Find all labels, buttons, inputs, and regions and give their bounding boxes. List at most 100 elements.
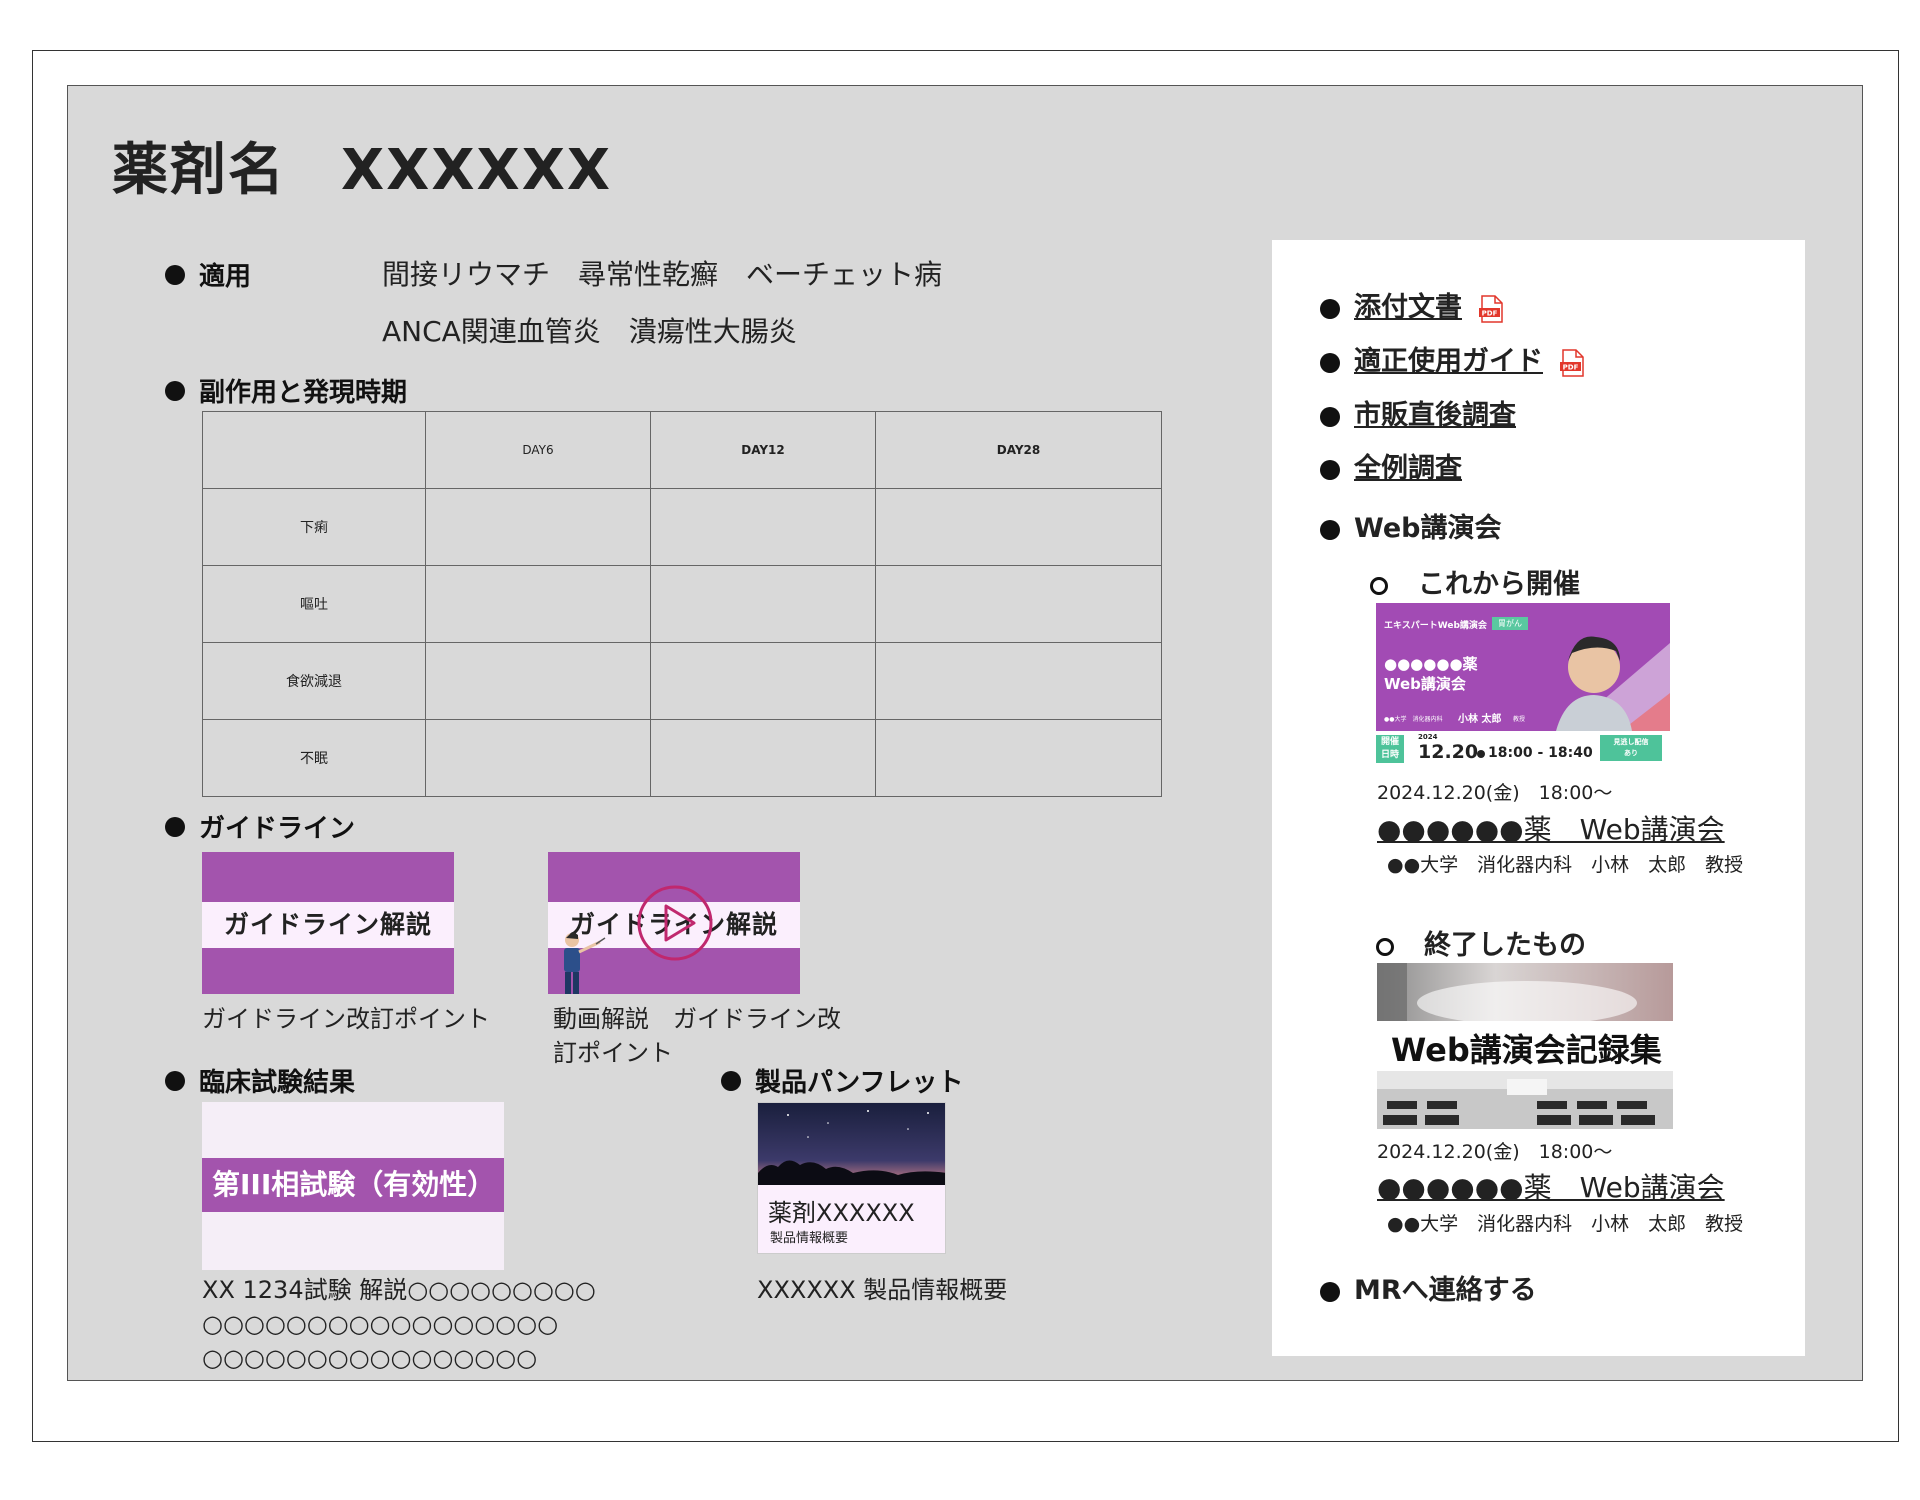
pamphlet-thumb-title: 薬剤XXXXXX bbox=[768, 1199, 915, 1227]
sidebar-link-post-marketing-survey[interactable]: 市販直後調査 bbox=[1320, 393, 1516, 432]
banner-replay-line: 見逃し配信 bbox=[1613, 738, 1649, 746]
svg-text:PDF: PDF bbox=[1563, 363, 1579, 371]
guideline-heading: ガイドライン bbox=[165, 808, 355, 845]
circle-bullet-icon bbox=[1376, 937, 1394, 956]
table-header-cell: DAY12 bbox=[650, 411, 876, 489]
table-row-label: 食欲減退 bbox=[202, 642, 426, 720]
table-cell bbox=[425, 488, 651, 566]
clinical-caption-line: XX 1234試験 解説○○○○○○○○○ bbox=[202, 1276, 596, 1304]
link-label[interactable]: 全例調査 bbox=[1354, 453, 1462, 484]
banner-replay-line: あり bbox=[1624, 749, 1638, 757]
bullet-icon bbox=[165, 380, 185, 401]
guideline-label: ガイドライン bbox=[199, 814, 356, 844]
guideline-caption-2[interactable]: 動画解説 ガイドライン改 訂ポイント bbox=[553, 1002, 841, 1070]
clinical-caption[interactable]: XX 1234試験 解説○○○○○○○○○ ○○○○○○○○○○○○○○○○○ … bbox=[202, 1273, 596, 1375]
bullet-icon bbox=[1320, 519, 1340, 540]
banner-top-label: エキスパートWeb講演会 bbox=[1384, 621, 1487, 631]
table-header-cell: DAY28 bbox=[875, 411, 1162, 489]
upcoming-label: これから開催 bbox=[1418, 569, 1580, 600]
past-seminar-banner[interactable]: Web講演会記録集 bbox=[1377, 963, 1673, 1129]
table-cell bbox=[875, 565, 1162, 643]
web-seminar-heading: Web講演会 bbox=[1320, 506, 1501, 545]
link-label[interactable]: 適正使用ガイド bbox=[1354, 346, 1543, 377]
past-heading: 終了したもの bbox=[1376, 923, 1586, 962]
sidebar-link-all-case-survey[interactable]: 全例調査 bbox=[1320, 446, 1462, 485]
night-sky-image bbox=[758, 1103, 945, 1185]
table-row-label: 嘔吐 bbox=[202, 565, 426, 643]
bullet-icon bbox=[721, 1070, 741, 1091]
banner-title-line-2: Web講演会 bbox=[1384, 675, 1466, 693]
bullet-icon bbox=[1320, 298, 1340, 319]
guideline-video-thumbnail[interactable]: ガイドライン解説 bbox=[548, 852, 800, 994]
clinical-thumbnail[interactable]: 第III相試験（有効性） bbox=[202, 1102, 504, 1270]
banner-date-tag-line: 日時 bbox=[1380, 750, 1399, 760]
contact-mr-label[interactable]: MRへ連絡する bbox=[1354, 1275, 1537, 1306]
banner-speaker-title: 教授 bbox=[1513, 716, 1526, 723]
table-row-label: 下痢 bbox=[202, 488, 426, 566]
banner-replay-tag: 見逃し配信 あり bbox=[1600, 735, 1662, 761]
play-icon[interactable] bbox=[636, 884, 714, 962]
pamphlet-thumbnail[interactable]: 薬剤XXXXXX 製品情報概要 bbox=[757, 1102, 946, 1254]
guideline-caption-1[interactable]: ガイドライン改訂ポイント bbox=[202, 1002, 490, 1036]
table-header-cell: DAY6 bbox=[425, 411, 651, 489]
banner-speaker: 小林 太郎 bbox=[1458, 714, 1502, 725]
pamphlet-thumb-sub: 製品情報概要 bbox=[770, 1231, 849, 1246]
clinical-heading: 臨床試験結果 bbox=[165, 1062, 355, 1099]
pamphlet-label: 製品パンフレット bbox=[755, 1068, 964, 1098]
bullet-icon bbox=[1320, 1281, 1340, 1302]
past-event-title[interactable]: ●●●●●●薬 Web講演会 bbox=[1377, 1166, 1725, 1206]
link-label[interactable]: 市販直後調査 bbox=[1354, 400, 1516, 431]
table-row-label: 不眠 bbox=[202, 719, 426, 797]
bullet-icon bbox=[1320, 406, 1340, 427]
upcoming-heading: これから開催 bbox=[1370, 562, 1580, 601]
sidebar-link-package-insert[interactable]: 添付文書 PDF bbox=[1320, 285, 1504, 326]
guideline-thumbnail-1[interactable]: ガイドライン解説 bbox=[202, 852, 454, 994]
table-cell bbox=[650, 565, 876, 643]
pamphlet-heading: 製品パンフレット bbox=[721, 1062, 964, 1099]
table-cell bbox=[650, 642, 876, 720]
circle-bullet-icon bbox=[1370, 576, 1388, 595]
banner-date-tag-line: 開催 bbox=[1380, 737, 1399, 747]
upcoming-seminar-banner[interactable]: エキスパートWeb講演会 胃がん ●●●●●●薬 Web講演会 ●●大学 消化器… bbox=[1376, 603, 1670, 766]
clinical-thumb-text: 第III相試験（有効性） bbox=[202, 1158, 504, 1212]
bullet-icon bbox=[1320, 352, 1340, 373]
page-title: 薬剤名 XXXXXX bbox=[112, 125, 612, 206]
banner-date: 12.20 bbox=[1418, 741, 1479, 763]
banner-date-tag: 開催 日時 bbox=[1376, 735, 1404, 763]
table-cell bbox=[425, 565, 651, 643]
bullet-icon bbox=[165, 816, 185, 837]
table-cell bbox=[875, 488, 1162, 566]
clinical-caption-line: ○○○○○○○○○○○○○○○○ bbox=[202, 1344, 538, 1372]
pdf-icon[interactable]: PDF bbox=[1478, 294, 1504, 323]
pamphlet-caption[interactable]: XXXXXX 製品情報概要 bbox=[757, 1273, 1007, 1307]
upcoming-event-speaker: ●●大学 消化器内科 小林 太郎 教授 bbox=[1387, 854, 1744, 876]
presenter-icon bbox=[564, 932, 606, 994]
guideline-thumb-text: ガイドライン解説 bbox=[202, 902, 454, 948]
web-seminar-label: Web講演会 bbox=[1354, 513, 1502, 544]
hall-image-top bbox=[1377, 963, 1673, 1021]
hall-image-bottom bbox=[1377, 1071, 1673, 1129]
indication-line-2: ANCA関連血管炎 潰瘍性大腸炎 bbox=[382, 315, 797, 348]
indication-heading: 適用 bbox=[165, 256, 251, 293]
banner-tag: 胃がん bbox=[1492, 617, 1528, 630]
past-banner-text: Web講演会記録集 bbox=[1391, 1031, 1662, 1069]
banner-title-line-1: ●●●●●●薬 bbox=[1384, 655, 1478, 673]
past-event-date: 2024.12.20(金) 18:00～ bbox=[1377, 1141, 1613, 1163]
bullet-icon bbox=[165, 1070, 185, 1091]
title-value: XXXXXX bbox=[341, 138, 613, 203]
svg-text:PDF: PDF bbox=[1482, 309, 1498, 317]
table-cell bbox=[650, 488, 876, 566]
sidebar-link-proper-use-guide[interactable]: 適正使用ガイド PDF bbox=[1320, 339, 1585, 380]
pdf-icon[interactable]: PDF bbox=[1559, 348, 1585, 377]
contact-mr-link[interactable]: MRへ連絡する bbox=[1320, 1268, 1537, 1307]
upcoming-event-title[interactable]: ●●●●●●薬 Web講演会 bbox=[1377, 808, 1725, 848]
past-label: 終了したもの bbox=[1424, 930, 1586, 961]
indication-label: 適用 bbox=[199, 262, 252, 292]
banner-time-range: 18:00 - 18:40 bbox=[1488, 745, 1593, 761]
past-event-speaker: ●●大学 消化器内科 小林 太郎 教授 bbox=[1387, 1213, 1744, 1235]
clinical-caption-line: ○○○○○○○○○○○○○○○○○ bbox=[202, 1310, 559, 1338]
table-header-cell bbox=[202, 411, 426, 489]
side-effects-table: DAY6 DAY12 DAY28 下痢 嘔吐 食欲減退 不眠 bbox=[202, 411, 1162, 797]
side-effects-heading: 副作用と発現時期 bbox=[165, 372, 407, 409]
link-label[interactable]: 添付文書 bbox=[1354, 292, 1462, 323]
